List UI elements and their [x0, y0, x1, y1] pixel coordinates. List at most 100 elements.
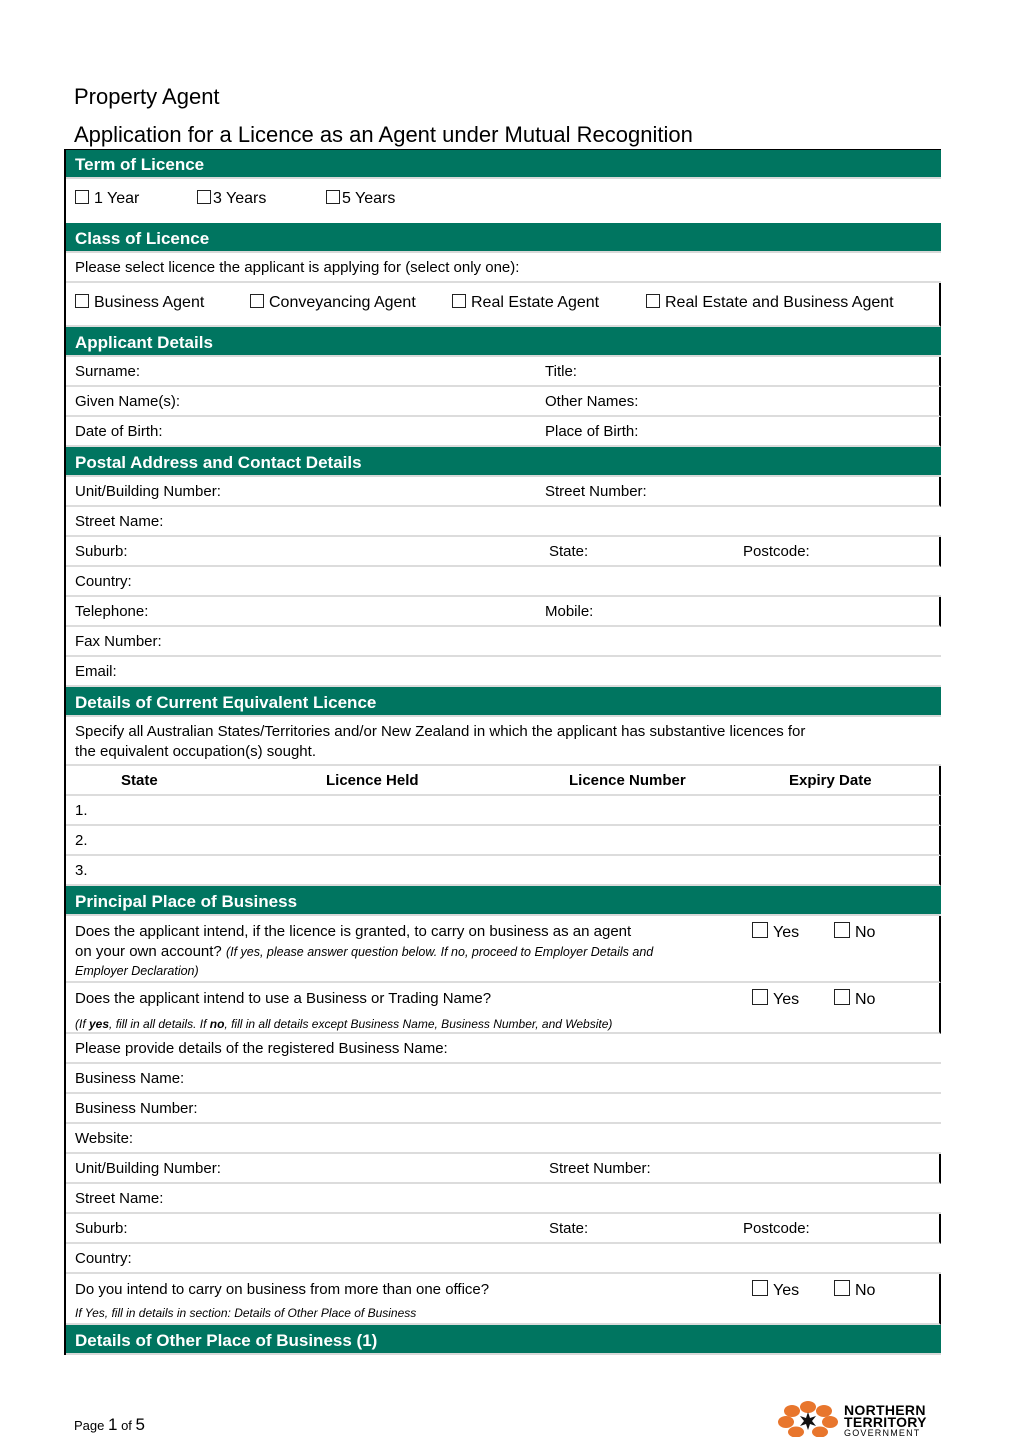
class-option-real-estate-business-agent[interactable]: Real Estate and Business Agent	[646, 288, 894, 318]
state-label: State:	[549, 1220, 589, 1237]
other-names-label: Other Names:	[545, 393, 639, 410]
business-number-label: Business Number:	[75, 1100, 198, 1117]
field-row-postal-street-name[interactable]: Street Name:	[66, 507, 941, 537]
registered-business-prompt: Please provide details of the registered…	[66, 1034, 941, 1064]
nt-government-logo: NORTHERN TERRITORY GOVERNMENT	[776, 1401, 956, 1439]
page-number: Page 1 of 5	[74, 1415, 145, 1434]
website-label: Website:	[75, 1130, 134, 1147]
field-row-business-street-name[interactable]: Street Name:	[66, 1184, 941, 1214]
application-form: Term of Licence 1 Year 3 Years 5 Years C…	[64, 149, 941, 1355]
field-row-email[interactable]: Email:	[66, 657, 941, 687]
suburb-label: Suburb:	[75, 1220, 128, 1237]
field-row-business-name[interactable]: Business Name:	[66, 1064, 941, 1094]
checkbox-icon[interactable]	[752, 989, 768, 1005]
class-option-conveyancing-agent[interactable]: Conveyancing Agent	[250, 288, 416, 318]
field-row-phone[interactable]: Telephone: Mobile:	[66, 597, 941, 627]
term-option-5-years[interactable]: 5 Years	[326, 184, 395, 214]
own-account-yes[interactable]: Yes	[752, 922, 799, 943]
licence-table-header: State Licence Held Licence Number Expiry…	[66, 766, 941, 796]
checkbox-icon[interactable]	[752, 1280, 768, 1296]
field-row-postal-suburb[interactable]: Suburb: State: Postcode:	[66, 537, 941, 567]
question-trading-name-row: Does the applicant intend to use a Busin…	[66, 983, 941, 1034]
street-name-label: Street Name:	[75, 513, 164, 530]
term-options-row: 1 Year 3 Years 5 Years	[66, 179, 941, 223]
checkbox-icon[interactable]	[834, 1280, 850, 1296]
email-label: Email:	[75, 663, 117, 680]
checkbox-icon[interactable]	[250, 294, 264, 308]
field-row-given-other[interactable]: Given Name(s): Other Names:	[66, 387, 941, 417]
section-header-postal: Postal Address and Contact Details	[66, 447, 941, 477]
surname-label: Surname:	[75, 363, 141, 380]
checkbox-icon[interactable]	[834, 922, 850, 938]
title-label: Title:	[545, 363, 577, 380]
question-multiple-offices-row: Do you intend to carry on business from …	[66, 1274, 941, 1325]
field-row-surname-title[interactable]: Surname: Title:	[66, 357, 941, 387]
document-title: Property Agent	[74, 84, 220, 109]
checkbox-icon[interactable]	[452, 294, 466, 308]
street-name-label: Street Name:	[75, 1190, 164, 1207]
column-header-licence-number: Licence Number	[569, 772, 686, 789]
class-options-row: Business Agent Conveyancing Agent Real E…	[66, 283, 941, 327]
section-header-other-place: Details of Other Place of Business (1)	[66, 1325, 941, 1355]
suburb-label: Suburb:	[75, 543, 128, 560]
checkbox-icon[interactable]	[834, 989, 850, 1005]
section-header-term: Term of Licence	[66, 149, 941, 179]
country-label: Country:	[75, 573, 132, 590]
question-multiple-offices: Do you intend to carry on business from …	[75, 1281, 490, 1298]
field-row-website[interactable]: Website:	[66, 1124, 941, 1154]
mobile-label: Mobile:	[545, 603, 594, 620]
multiple-offices-yes[interactable]: Yes	[752, 1280, 799, 1301]
trading-name-no[interactable]: No	[834, 989, 875, 1010]
checkbox-icon[interactable]	[75, 294, 89, 308]
field-row-business-unit-street[interactable]: Unit/Building Number: Street Number:	[66, 1154, 941, 1184]
street-number-label: Street Number:	[545, 483, 647, 500]
multiple-offices-no[interactable]: No	[834, 1280, 875, 1301]
street-number-label: Street Number:	[549, 1160, 651, 1177]
field-row-postal-unit-street[interactable]: Unit/Building Number: Street Number:	[66, 477, 941, 507]
field-row-postal-country[interactable]: Country:	[66, 567, 941, 597]
checkbox-icon[interactable]	[197, 190, 211, 204]
column-header-state: State	[121, 772, 158, 789]
checkbox-icon[interactable]	[646, 294, 660, 308]
postcode-label: Postcode:	[743, 543, 810, 560]
field-row-business-number[interactable]: Business Number:	[66, 1094, 941, 1124]
class-instruction: Please select licence the applicant is a…	[66, 253, 941, 283]
term-option-3-years[interactable]: 3 Years	[197, 184, 266, 214]
column-header-licence-held: Licence Held	[326, 772, 419, 789]
licence-table-row[interactable]: 1.	[66, 796, 941, 826]
licence-table-row[interactable]: 3.	[66, 856, 941, 886]
current-licence-instruction: Specify all Australian States/Territorie…	[66, 717, 941, 766]
given-names-label: Given Name(s):	[75, 393, 181, 410]
own-account-no[interactable]: No	[834, 922, 875, 943]
unit-label: Unit/Building Number:	[75, 1160, 221, 1177]
checkbox-icon[interactable]	[326, 190, 340, 204]
document-subtitle: Application for a Licence as an Agent un…	[74, 122, 693, 147]
class-option-real-estate-agent[interactable]: Real Estate Agent	[452, 288, 599, 318]
pob-label: Place of Birth:	[545, 423, 639, 440]
section-header-class: Class of Licence	[66, 223, 941, 253]
checkbox-icon[interactable]	[752, 922, 768, 938]
dob-label: Date of Birth:	[75, 423, 163, 440]
field-row-business-suburb[interactable]: Suburb: State: Postcode:	[66, 1214, 941, 1244]
class-option-business-agent[interactable]: Business Agent	[75, 288, 204, 318]
business-name-label: Business Name:	[75, 1070, 185, 1087]
trading-name-yes[interactable]: Yes	[752, 989, 799, 1010]
unit-label: Unit/Building Number:	[75, 483, 221, 500]
country-label: Country:	[75, 1250, 132, 1267]
field-row-dob-pob[interactable]: Date of Birth: Place of Birth:	[66, 417, 941, 447]
field-row-business-country[interactable]: Country:	[66, 1244, 941, 1274]
question-own-account-row: Does the applicant intend, if the licenc…	[66, 916, 941, 983]
section-header-principal: Principal Place of Business	[66, 886, 941, 916]
checkbox-icon[interactable]	[75, 190, 89, 204]
term-option-1-year[interactable]: 1 Year	[75, 184, 139, 214]
licence-table-row[interactable]: 2.	[66, 826, 941, 856]
trading-name-note: (If yes, fill in all details. If no, fil…	[75, 1017, 613, 1031]
multiple-offices-note: If Yes, fill in details in section: Deta…	[75, 1306, 417, 1320]
telephone-label: Telephone:	[75, 603, 149, 620]
column-header-expiry-date: Expiry Date	[789, 772, 872, 789]
fax-label: Fax Number:	[75, 633, 162, 650]
question-own-account: Does the applicant intend, if the licenc…	[75, 923, 654, 978]
field-row-fax[interactable]: Fax Number:	[66, 627, 941, 657]
section-header-current-licence: Details of Current Equivalent Licence	[66, 687, 941, 717]
question-trading-name: Does the applicant intend to use a Busin…	[75, 990, 492, 1007]
